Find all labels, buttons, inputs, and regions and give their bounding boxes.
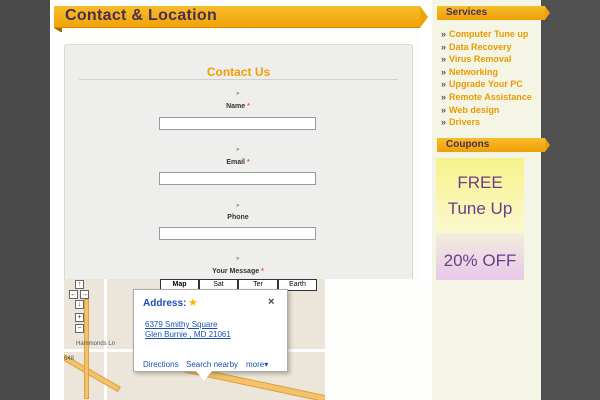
phone-field[interactable]: [159, 227, 316, 240]
service-link[interactable]: » Web design: [441, 104, 532, 117]
field-marker: »: [236, 256, 240, 262]
info-window-pointer: [196, 371, 212, 381]
address-line-1[interactable]: 6379 Smithy Square: [145, 320, 218, 329]
service-link[interactable]: » Remote Assistance: [441, 91, 532, 104]
directions-link[interactable]: Directions: [143, 360, 179, 369]
coupon-20-off[interactable]: 20% OFF: [436, 233, 524, 280]
info-window-title: Address:: [143, 298, 187, 309]
arrow-left-icon[interactable]: ←: [69, 290, 78, 299]
arrow-up-icon[interactable]: ↑: [75, 280, 84, 289]
contact-form-heading: Contact Us: [206, 65, 271, 79]
coupons-heading: Coupons: [446, 139, 490, 150]
name-label: Name *: [226, 103, 250, 110]
email-field[interactable]: [159, 172, 316, 185]
phone-label: Phone: [227, 214, 249, 221]
service-link[interactable]: » Drivers: [441, 116, 532, 129]
name-field[interactable]: [159, 117, 316, 130]
right-margin: [541, 0, 600, 400]
map-shield-label: 648: [64, 356, 75, 362]
arrow-down-icon[interactable]: ↓: [75, 300, 84, 309]
coupon-text: 20% OFF: [443, 251, 517, 270]
close-icon[interactable]: ×: [268, 296, 274, 308]
coupon-text: Tune Up: [447, 199, 513, 218]
map-street-label: Hammonds Ln: [76, 341, 116, 347]
coupon-text: FREE: [457, 173, 503, 192]
field-marker: »: [236, 147, 240, 153]
message-label: Your Message *: [212, 268, 264, 275]
form-divider: [79, 79, 398, 80]
service-link[interactable]: » Computer Tune up: [441, 28, 532, 41]
map-road: [84, 299, 89, 399]
arrow-right-icon[interactable]: →: [80, 290, 89, 299]
map-side-space: [325, 279, 432, 400]
star-icon[interactable]: ★: [188, 296, 198, 309]
page-title: Contact & Location: [65, 7, 218, 24]
services-heading: Services: [446, 7, 488, 18]
services-list: » Computer Tune up » Data Recovery » Virus …: [441, 28, 532, 129]
service-link[interactable]: » Upgrade Your PC: [441, 78, 532, 91]
field-marker: »: [236, 91, 240, 97]
field-marker: »: [236, 203, 240, 209]
more-link[interactable]: more▾: [246, 360, 268, 369]
service-link[interactable]: » Virus Removal: [441, 53, 532, 66]
search-nearby-link[interactable]: Search nearby: [186, 360, 238, 369]
service-link[interactable]: » Data Recovery: [441, 41, 532, 54]
coupon-free-tuneup[interactable]: FREE Tune Up: [436, 158, 524, 233]
email-label: Email *: [226, 159, 250, 166]
service-link[interactable]: » Networking: [441, 66, 532, 79]
chevron-down-icon: ▾: [264, 360, 269, 369]
address-line-2[interactable]: Glen Burnie , MD 21061: [145, 330, 231, 339]
zoom-minus-icon[interactable]: −: [75, 324, 84, 333]
zoom-plus-icon[interactable]: +: [75, 313, 84, 322]
